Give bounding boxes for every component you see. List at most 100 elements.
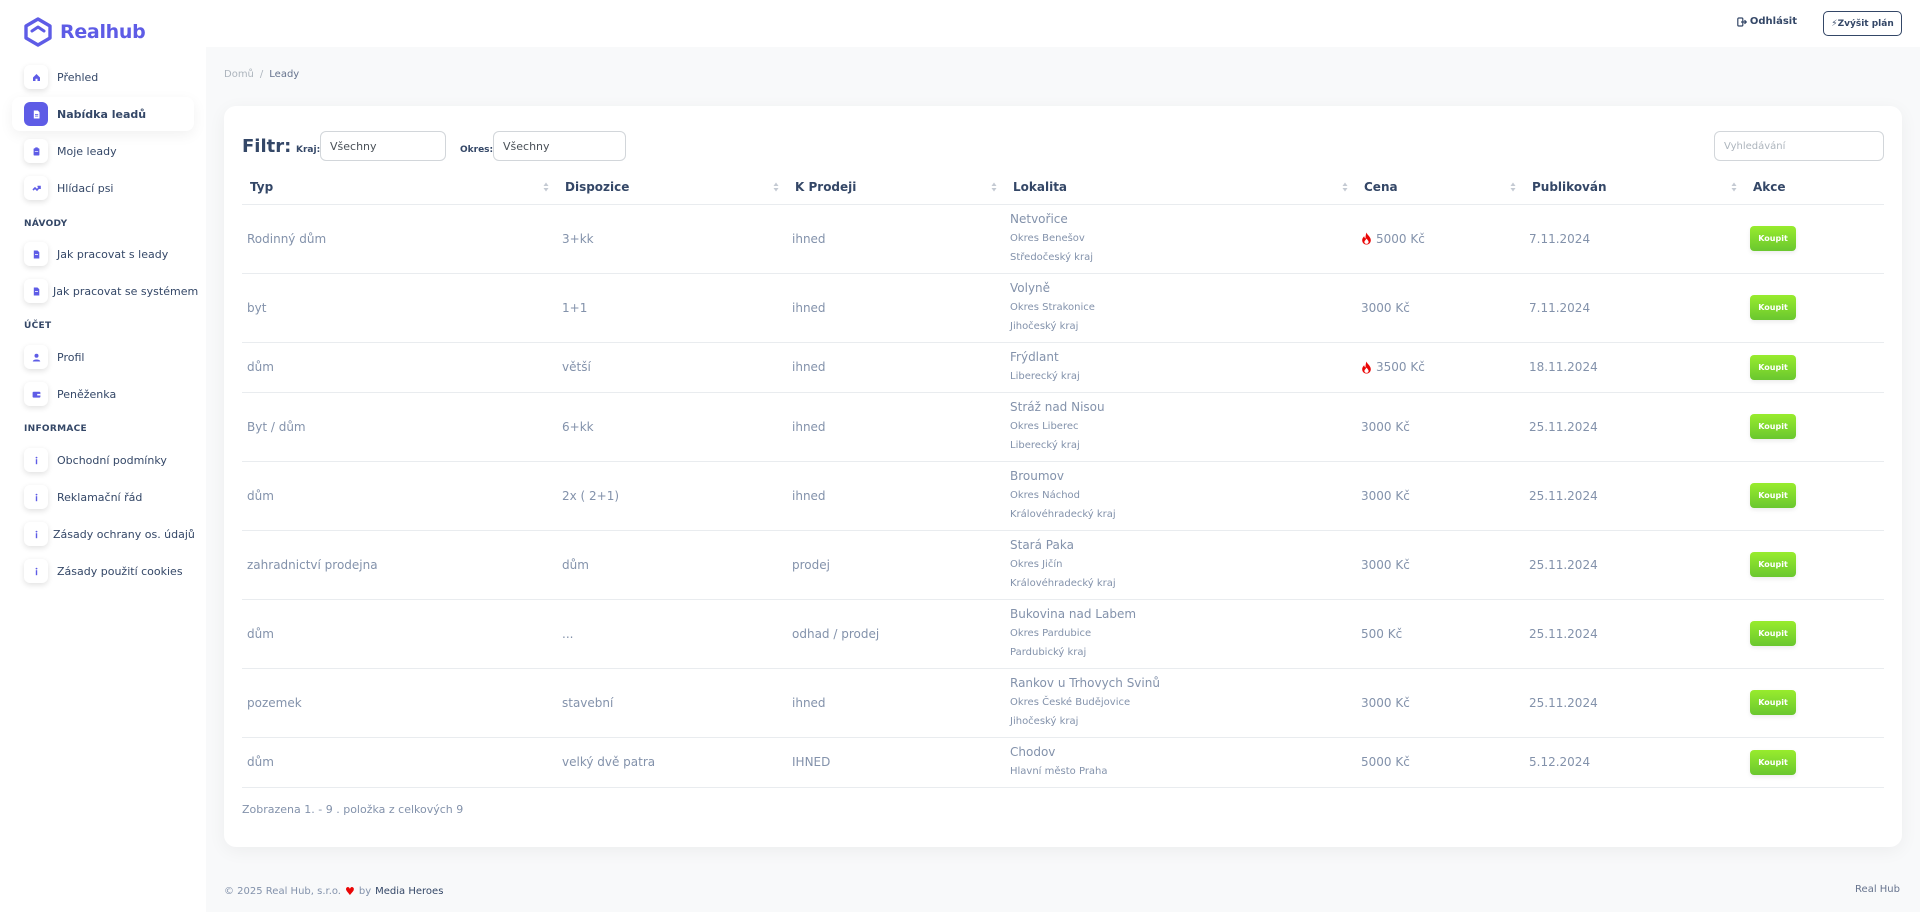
sidebar-item-label: Přehled	[57, 70, 99, 84]
logout-icon	[1737, 16, 1747, 27]
sidebar-item-obchodni-podminky[interactable]: Obchodní podmínky	[12, 443, 194, 477]
main-content: Domů / Leady Filtr: Kraj: Všechny Okres:…	[206, 47, 1920, 912]
column-header-k-prodeji[interactable]: K Prodeji	[787, 170, 1005, 205]
sidebar-item-label: Peněženka	[57, 387, 117, 401]
cell-akce: Koupit	[1745, 273, 1884, 343]
district-filter-select[interactable]: Všechny	[493, 131, 626, 161]
sidebar-item-penezenka[interactable]: Peněženka	[12, 377, 194, 411]
cell-publikovan: 25.11.2024	[1524, 530, 1745, 600]
info-icon	[24, 522, 48, 546]
sidebar-item-profil[interactable]: Profil	[12, 340, 194, 374]
price-value: 5000 Kč	[1376, 231, 1425, 246]
section-title-guides: NÁVODY	[24, 219, 68, 229]
column-header-dispozice[interactable]: Dispozice	[557, 170, 787, 205]
table-row: dům... odhad / prodej Bukovina nad Labem Ok…	[242, 599, 1884, 669]
cell-akce: Koupit	[1745, 668, 1884, 738]
leads-card: Filtr: Kraj: Všechny Okres: Všechny Typ …	[224, 106, 1902, 847]
buy-button[interactable]: Koupit	[1750, 226, 1796, 251]
location-city: Rankov u Trhovych Svinů	[1010, 676, 1160, 690]
cell-cena: 3000 Kč	[1356, 273, 1524, 343]
footer-author-link[interactable]: Media Heroes	[375, 886, 443, 897]
sidebar-item-hlidaci-psi[interactable]: Hlídací psi	[12, 171, 194, 205]
location-region: Jihočeský kraj	[1010, 716, 1079, 727]
buy-button[interactable]: Koupit	[1750, 552, 1796, 577]
price-value: 3000 Kč	[1361, 419, 1410, 434]
cell-typ: pozemek	[242, 668, 557, 738]
cell-k-prodeji: ihned	[787, 392, 1005, 462]
region-filter-select[interactable]: Všechny	[320, 131, 446, 161]
sort-icon	[1510, 182, 1516, 192]
cell-lokalita: Bukovina nad Labem Okres Pardubice Pardubi…	[1005, 599, 1356, 669]
column-header-cena[interactable]: Cena	[1356, 170, 1524, 205]
sidebar-item-nabidka-leadu[interactable]: Nabídka leadů	[12, 97, 194, 131]
location-region: Liberecký kraj	[1010, 440, 1080, 451]
location-region: Okres Strakonice	[1010, 302, 1095, 313]
cell-cena: 3000 Kč	[1356, 392, 1524, 462]
column-header-publikovan[interactable]: Publikován	[1524, 170, 1745, 205]
cell-typ: zahradnictví prodejna	[242, 530, 557, 600]
buy-button[interactable]: Koupit	[1750, 354, 1796, 380]
sidebar-item-label: Reklamační řád	[57, 490, 143, 504]
buy-button[interactable]: Koupit	[1750, 749, 1796, 775]
sidebar-item-moje-leady[interactable]: Moje leady	[12, 134, 194, 168]
cell-publikovan: 25.11.2024	[1524, 392, 1745, 462]
cell-cena: 3000 Kč	[1356, 530, 1524, 600]
location-region: Královéhradecký kraj	[1010, 509, 1116, 520]
cell-k-prodeji: ihned	[787, 461, 1005, 531]
table-row: zahradnictví prodejna dům prodej Stará Paka…	[242, 530, 1884, 600]
copyright-text: © 2025 Real Hub, s.r.o.	[224, 886, 341, 897]
cell-dispozice: stavební	[557, 668, 787, 738]
logout-link[interactable]: Odhlásit	[1737, 16, 1797, 27]
fire-icon	[1362, 361, 1371, 373]
cell-publikovan: 5.12.2024	[1524, 737, 1745, 788]
info-icon	[24, 485, 48, 509]
sidebar-item-label: Jak pracovat s leady	[57, 247, 169, 261]
sidebar-item-reklamacni-rad[interactable]: Reklamační řád	[12, 480, 194, 514]
cell-publikovan: 25.11.2024	[1524, 461, 1745, 531]
location-region: Okres Liberec	[1010, 421, 1079, 432]
brand-logo[interactable]: Realhub	[22, 16, 146, 48]
upgrade-plan-button[interactable]: ⚡ Zvýšit plán	[1823, 11, 1902, 36]
buy-button[interactable]: Koupit	[1750, 483, 1796, 508]
cell-lokalita: Chodov Hlavní město Praha	[1005, 737, 1356, 788]
cell-dispozice: větší	[557, 342, 787, 393]
buy-button[interactable]: Koupit	[1750, 690, 1796, 715]
cell-publikovan: 25.11.2024	[1524, 668, 1745, 738]
table-row: Rodinný dům 3+kk ihned Netvořice Okres Beneš…	[242, 204, 1884, 274]
fire-icon	[1362, 232, 1371, 245]
location-region: Královéhradecký kraj	[1010, 578, 1116, 589]
sidebar-item-zasady-pouziti-cookies[interactable]: Zásady použití cookies	[12, 554, 194, 588]
sidebar-item-prehled[interactable]: Přehled	[12, 60, 194, 94]
column-header-akce: Akce	[1745, 170, 1884, 205]
cell-akce: Koupit	[1745, 530, 1884, 600]
cell-typ: dům	[242, 737, 557, 788]
heart-icon: ♥	[345, 885, 355, 898]
sidebar-item-jak-pracovat-s-leady[interactable]: Jak pracovat s leady	[12, 237, 194, 271]
sidebar-item-jak-pracovat-se-systemem[interactable]: Jak pracovat se systémem	[12, 274, 198, 308]
footer-brand-link[interactable]: Real Hub	[1855, 884, 1900, 895]
sidebar-item-label: Jak pracovat se systémem	[53, 284, 199, 298]
breadcrumb: Domů / Leady	[224, 69, 299, 80]
buy-button[interactable]: Koupit	[1750, 621, 1796, 646]
location-city: Broumov	[1010, 469, 1064, 483]
cell-k-prodeji: ihned	[787, 273, 1005, 343]
search-input[interactable]	[1714, 131, 1884, 161]
column-header-typ[interactable]: Typ	[242, 170, 557, 205]
cell-cena: 3000 Kč	[1356, 461, 1524, 531]
sort-icon	[1342, 182, 1348, 192]
buy-button[interactable]: Koupit	[1750, 295, 1796, 320]
breadcrumb-home[interactable]: Domů	[224, 69, 254, 80]
table-row: dům 2x ( 2+1) ihned Broumov Okres Náchod Král…	[242, 461, 1884, 531]
cell-lokalita: Stráž nad Nisou Okres Liberec Liberecký kr…	[1005, 392, 1356, 462]
cell-typ: byt	[242, 273, 557, 343]
breadcrumb-current: Leady	[269, 69, 300, 80]
sidebar-item-zasady-ochrany-os-udaju[interactable]: Zásady ochrany os. údajů	[12, 517, 195, 551]
cell-k-prodeji: ihned	[787, 204, 1005, 274]
wallet-icon	[24, 382, 48, 406]
cell-lokalita: Broumov Okres Náchod Královéhradecký kraj	[1005, 461, 1356, 531]
sort-icon	[543, 182, 549, 192]
column-header-lokalita[interactable]: Lokalita	[1005, 170, 1356, 205]
file-icon	[24, 242, 48, 266]
buy-button[interactable]: Koupit	[1750, 414, 1796, 439]
cell-cena: 3500 Kč	[1356, 342, 1524, 393]
